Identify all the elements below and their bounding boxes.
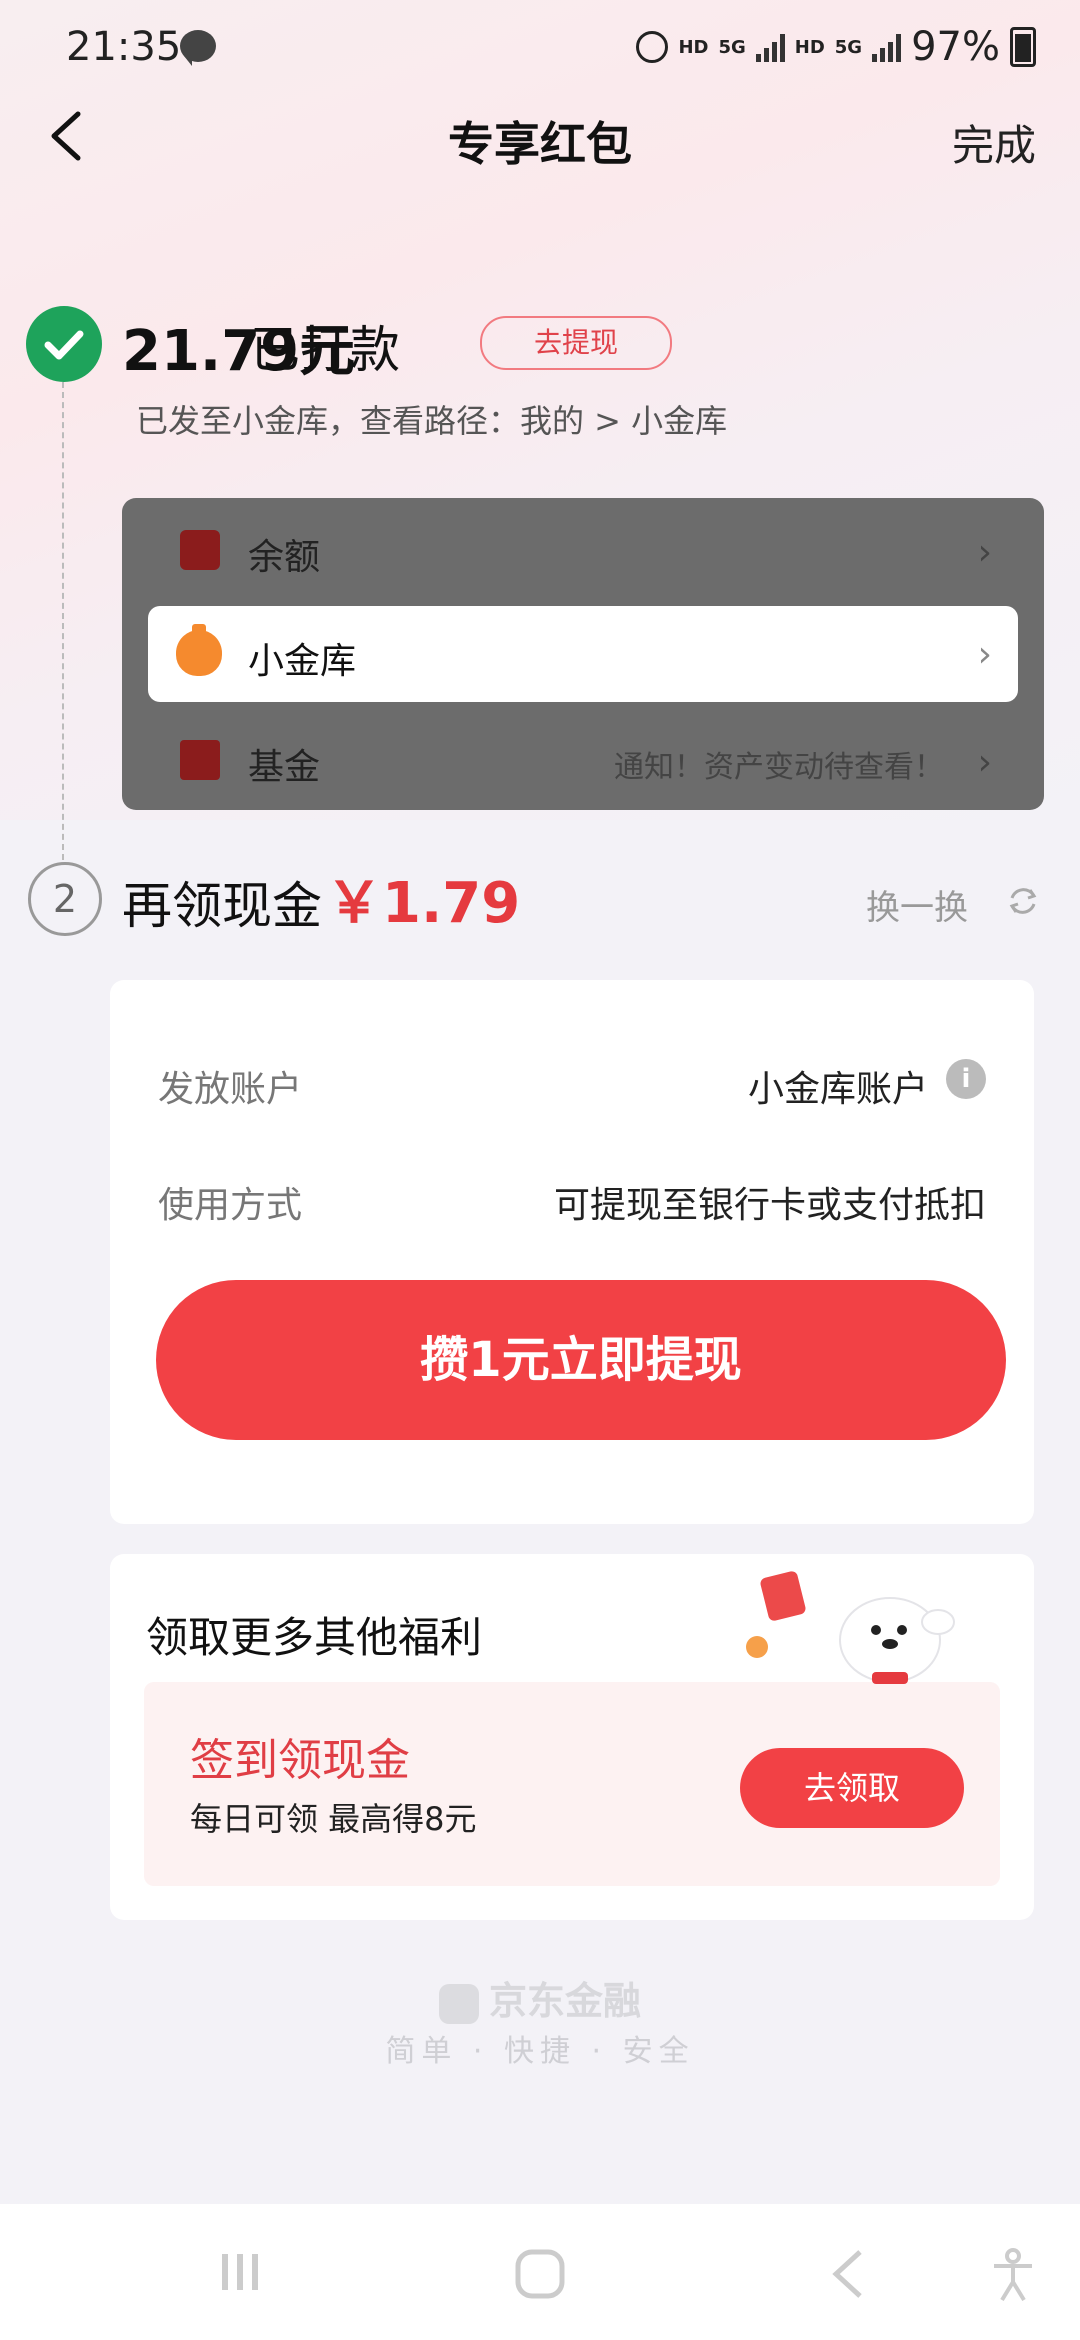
hd-label-1: HD bbox=[678, 36, 709, 58]
status-time: 21:35 bbox=[66, 24, 182, 70]
jd-finance-logo-icon bbox=[438, 1983, 479, 2024]
hd-label-2: HD bbox=[794, 36, 825, 58]
chevron-right-icon: › bbox=[977, 634, 992, 675]
coin-icon bbox=[746, 1636, 768, 1658]
alarm-icon bbox=[636, 31, 669, 63]
chevron-right-icon: › bbox=[977, 532, 992, 573]
network-label-1: 5G bbox=[718, 36, 746, 58]
preview-row-balance: 余额 › bbox=[148, 502, 1018, 598]
step-connector-line bbox=[62, 382, 64, 860]
check-icon bbox=[26, 306, 102, 382]
network-label-2: 5G bbox=[834, 36, 863, 58]
signal-icon-1 bbox=[755, 32, 785, 62]
more-benefits-title: 领取更多其他福利 bbox=[146, 1613, 483, 1662]
step2-amount: ￥1.79 bbox=[326, 871, 521, 936]
page-title: 专享红包 bbox=[448, 117, 632, 171]
recent-apps-icon[interactable] bbox=[216, 2248, 264, 2296]
step-number-badge: 2 bbox=[28, 862, 102, 936]
account-label: 发放账户 bbox=[158, 1069, 303, 1110]
status-bar: 21:35 HD 5G HD 5G 97% bbox=[0, 0, 1080, 100]
refresh-icon[interactable] bbox=[1006, 884, 1040, 918]
usage-value: 可提现至银行卡或支付抵扣 bbox=[553, 1185, 986, 1226]
step2-title: 再领现金 bbox=[122, 877, 322, 935]
signin-subtitle: 每日可领 最高得8元 bbox=[190, 1800, 477, 1838]
preview-row-label: 小金库 bbox=[248, 641, 357, 682]
battery-percent: 97% bbox=[911, 24, 1000, 70]
signin-title: 签到领现金 bbox=[190, 1735, 410, 1786]
path-hint-text: 已发至小金库，查看路径：我的 > 小金库 bbox=[136, 402, 728, 440]
account-value: 小金库账户 bbox=[747, 1069, 928, 1110]
wallet-icon bbox=[180, 530, 220, 570]
signin-cash-banner: 签到领现金 每日可领 最高得8元 去领取 bbox=[144, 1682, 1000, 1886]
home-icon[interactable] bbox=[514, 2248, 566, 2300]
brand-name: 京东金融 bbox=[488, 1979, 641, 2023]
brand-logo: 京东金融 bbox=[0, 1970, 1080, 2025]
brand-slogan: 简单 · 快捷 · 安全 bbox=[385, 2034, 695, 2069]
preview-row-vault-highlight: 小金库 › bbox=[148, 606, 1018, 702]
fund-chart-icon bbox=[180, 740, 220, 780]
save-withdraw-button[interactable]: 攒1元立即提现 bbox=[156, 1280, 1006, 1440]
info-icon[interactable]: i bbox=[946, 1059, 986, 1099]
money-bag-icon bbox=[176, 624, 222, 676]
withdraw-tag-button[interactable]: 去提现 bbox=[480, 316, 672, 370]
claim-button[interactable]: 去领取 bbox=[740, 1748, 964, 1828]
accessibility-icon[interactable] bbox=[990, 2248, 1036, 2304]
signal-icon-2 bbox=[872, 32, 902, 62]
paid-status: 已打款 bbox=[250, 321, 400, 379]
preview-row-label: 基金 bbox=[248, 747, 321, 788]
usage-label: 使用方式 bbox=[158, 1185, 303, 1226]
battery-icon bbox=[1010, 27, 1036, 67]
preview-row-fund: 基金 通知！资产变动待查看！ › bbox=[148, 712, 1018, 808]
done-button[interactable]: 完成 bbox=[952, 112, 1036, 173]
dog-mascot-icon bbox=[839, 1597, 955, 1684]
cash-card: 发放账户 小金库账户 i 使用方式 可提现至银行卡或支付抵扣 攒1元立即提现 bbox=[110, 980, 1034, 1524]
message-notification-icon bbox=[180, 30, 216, 66]
system-navigation-bar bbox=[0, 2204, 1080, 2340]
chevron-right-icon: › bbox=[977, 742, 992, 783]
refresh-button[interactable]: 换一换 bbox=[866, 880, 968, 929]
back-nav-icon[interactable] bbox=[828, 2248, 868, 2300]
preview-row-note: 通知！资产变动待查看！ bbox=[614, 750, 944, 785]
preview-row-label: 余额 bbox=[248, 537, 321, 578]
